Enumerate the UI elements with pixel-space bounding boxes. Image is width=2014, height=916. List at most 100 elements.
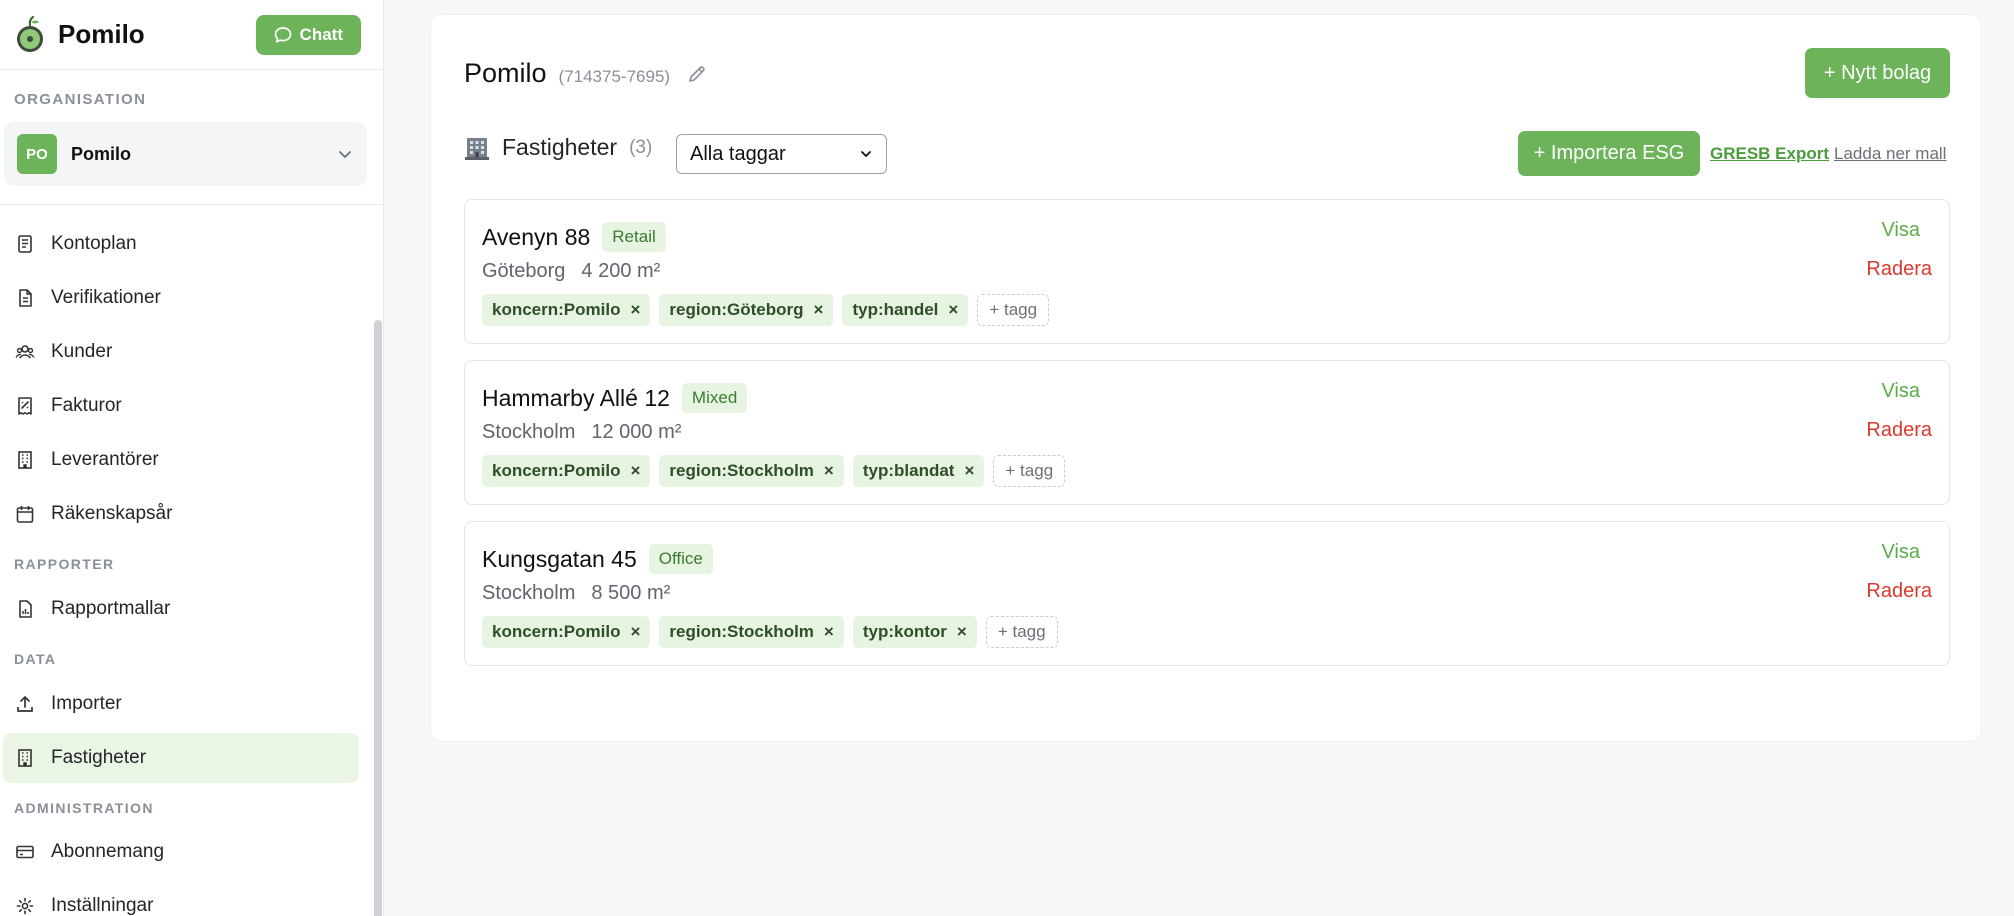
- sidebar-item-label: Räkenskapsår: [51, 503, 173, 524]
- sidebar-item-label: Verifikationer: [51, 287, 161, 308]
- tag-chip: koncern:Pomilo ×: [482, 616, 651, 648]
- property-city: Stockholm: [482, 421, 576, 443]
- sidebar-item-fastigheter[interactable]: Fastigheter: [3, 733, 359, 783]
- remove-tag-icon[interactable]: ×: [948, 300, 958, 320]
- chat-button-label: Chatt: [299, 24, 343, 44]
- remove-tag-icon[interactable]: ×: [814, 300, 824, 320]
- sidebar-divider: [0, 204, 383, 205]
- view-link[interactable]: Visa: [1881, 219, 1920, 242]
- sidebar-item-kontoplan[interactable]: Kontoplan: [3, 219, 359, 269]
- download-template-link[interactable]: Ladda ner mall: [1834, 144, 1946, 164]
- tag-chip: koncern:Pomilo ×: [482, 294, 651, 326]
- sidebar-item-label: Importer: [51, 693, 122, 714]
- data-section-label: DATA: [14, 651, 57, 667]
- tag-chip: typ:kontor ×: [852, 616, 977, 648]
- import-esg-button[interactable]: + Importera ESG: [1518, 131, 1700, 176]
- chat-button[interactable]: Chatt: [255, 14, 361, 55]
- sidebar-item-rakenskapsar[interactable]: Räkenskapsår: [3, 489, 359, 539]
- remove-tag-icon[interactable]: ×: [630, 622, 640, 642]
- property-card: Hammarby Allé 12 Mixed Stockholm 12 000 …: [464, 360, 1950, 505]
- property-meta: Stockholm 8 500 m²: [482, 582, 670, 605]
- remove-tag-icon[interactable]: ×: [630, 300, 640, 320]
- tag-label: koncern:Pomilo: [492, 300, 621, 319]
- sidebar-scrollbar[interactable]: [374, 320, 382, 916]
- sidebar-header: Pomilo Chatt: [0, 0, 383, 70]
- admin-section-label: ADMINISTRATION: [14, 800, 154, 816]
- building-icon: [465, 137, 489, 160]
- delete-link[interactable]: Radera: [1866, 258, 1932, 281]
- sidebar-item-installningar[interactable]: Inställningar: [3, 881, 359, 916]
- sidebar-item-abonnemang[interactable]: Abonnemang: [3, 827, 359, 877]
- properties-count: (3): [629, 136, 653, 158]
- add-tag-button[interactable]: + tagg: [993, 455, 1066, 487]
- sidebar-item-label: Kontoplan: [51, 233, 137, 254]
- property-heading: Avenyn 88 Retail: [482, 222, 666, 252]
- view-link[interactable]: Visa: [1881, 380, 1920, 403]
- sidebar-item-label: Fakturor: [51, 395, 122, 416]
- sidebar-item-label: Kunder: [51, 341, 113, 362]
- org-avatar: PO: [17, 134, 57, 174]
- property-area: 8 500 m²: [591, 582, 671, 604]
- property-meta: Stockholm 12 000 m²: [482, 421, 681, 444]
- building-icon: [18, 749, 32, 767]
- add-tag-button[interactable]: + tagg: [985, 616, 1058, 648]
- pomilo-logo-icon: [17, 15, 43, 52]
- new-company-button[interactable]: + Nytt bolag: [1805, 48, 1950, 98]
- add-tag-button[interactable]: + tagg: [977, 294, 1050, 326]
- properties-title: Fastigheter: [502, 134, 618, 160]
- properties-header: Fastigheter (3): [464, 134, 652, 161]
- report-template-icon: [19, 600, 32, 618]
- property-meta: Göteborg 4 200 m²: [482, 260, 660, 283]
- sidebar-item-leverantorer[interactable]: Leverantörer: [3, 435, 359, 485]
- sidebar-item-label: Fastigheter: [51, 747, 147, 768]
- ledger-icon: [18, 235, 32, 253]
- sidebar-item-kunder[interactable]: Kunder: [3, 327, 359, 377]
- tag-chip: typ:blandat ×: [852, 455, 985, 487]
- organisation-selector[interactable]: PO Pomilo: [4, 122, 367, 186]
- remove-tag-icon[interactable]: ×: [964, 461, 974, 481]
- sidebar-item-label: Rapportmallar: [51, 598, 171, 619]
- tag-chip: region:Stockholm ×: [659, 616, 844, 648]
- sidebar-item-fakturor[interactable]: Fakturor: [3, 381, 359, 431]
- gresb-export-link[interactable]: GRESB Export: [1710, 144, 1829, 164]
- org-name: Pomilo: [71, 143, 132, 164]
- delete-link[interactable]: Radera: [1866, 580, 1932, 603]
- tag-filter-value: Alla taggar: [690, 142, 786, 165]
- property-area: 12 000 m²: [591, 421, 682, 443]
- sidebar-item-label: Inställningar: [51, 895, 154, 916]
- building-icon: [18, 451, 32, 469]
- company-title: Pomilo (714375-7695): [464, 58, 708, 89]
- property-name: Kungsgatan 45: [482, 545, 637, 572]
- tag-label: region:Stockholm: [669, 622, 814, 641]
- remove-tag-icon[interactable]: ×: [630, 461, 640, 481]
- chat-bubble-icon: [274, 26, 291, 43]
- sidebar-item-label: Leverantörer: [51, 449, 159, 470]
- calendar-icon: [16, 506, 34, 523]
- org-section-label: ORGANISATION: [14, 91, 147, 108]
- upload-icon: [17, 696, 33, 712]
- sidebar-item-verifikationer[interactable]: Verifikationer: [3, 273, 359, 323]
- remove-tag-icon[interactable]: ×: [957, 622, 967, 642]
- delete-link[interactable]: Radera: [1866, 419, 1932, 442]
- property-name: Hammarby Allé 12: [482, 384, 670, 411]
- brand-name: Pomilo: [58, 19, 145, 49]
- view-link[interactable]: Visa: [1881, 541, 1920, 564]
- sidebar-item-label: Abonnemang: [51, 841, 165, 862]
- gear-icon: [16, 897, 34, 915]
- company-name: Pomilo: [464, 58, 547, 88]
- property-area: 4 200 m²: [581, 260, 661, 282]
- chevron-down-icon: [861, 151, 871, 157]
- property-card: Kungsgatan 45 Office Stockholm 8 500 m² …: [464, 521, 1950, 666]
- property-heading: Kungsgatan 45 Office: [482, 544, 713, 574]
- sidebar-item-rapportmallar[interactable]: Rapportmallar: [3, 584, 359, 634]
- pencil-icon[interactable]: [686, 63, 708, 85]
- chevron-down-icon: [339, 151, 351, 158]
- users-icon: [15, 345, 35, 359]
- sidebar: Pomilo Chatt ORGANISATION PO Pomilo Kont…: [0, 0, 384, 916]
- tag-filter-select[interactable]: Alla taggar: [676, 134, 887, 174]
- remove-tag-icon[interactable]: ×: [824, 461, 834, 481]
- tag-label: region:Stockholm: [669, 461, 814, 480]
- remove-tag-icon[interactable]: ×: [824, 622, 834, 642]
- sidebar-item-importer[interactable]: Importer: [3, 679, 359, 729]
- tag-list: koncern:Pomilo × region:Göteborg × typ:han…: [482, 294, 1050, 326]
